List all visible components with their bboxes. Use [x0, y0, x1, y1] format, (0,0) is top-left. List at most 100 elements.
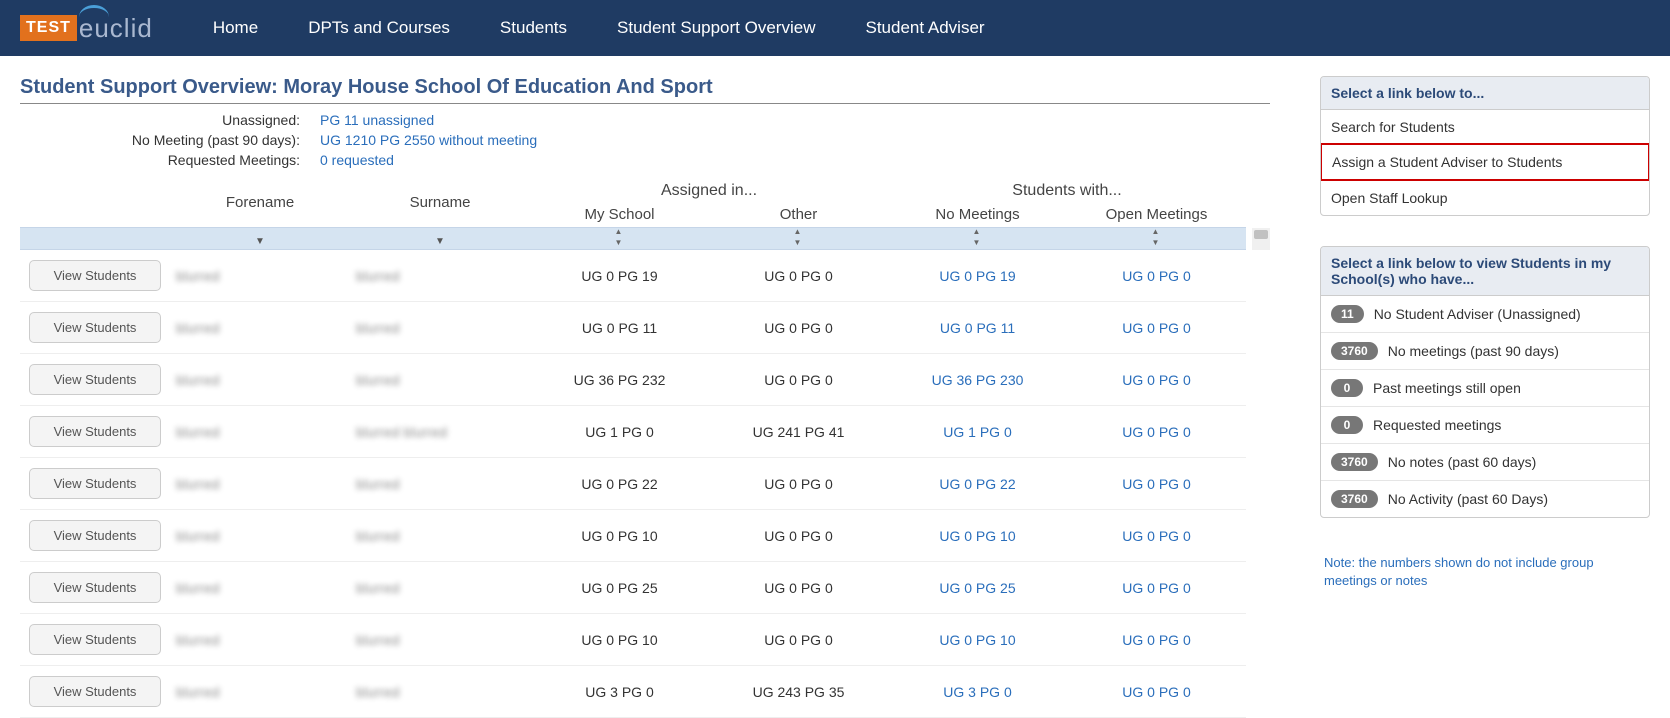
th-students-group: Students with...	[888, 178, 1246, 202]
nav-student-adviser[interactable]: Student Adviser	[865, 18, 984, 38]
cell-open-meetings[interactable]: UG 0 PG 0	[1067, 562, 1246, 614]
th-no-meetings[interactable]: No Meetings	[888, 202, 1067, 228]
sort-no-meetings[interactable]	[888, 228, 1067, 250]
table-row: View StudentsblurredblurredUG 0 PG 25UG …	[20, 562, 1270, 614]
cell-my-school: UG 0 PG 22	[530, 458, 709, 510]
view-students-button[interactable]: View Students	[29, 416, 162, 447]
cell-other: UG 243 PG 35	[709, 666, 888, 718]
nav-dpts-courses[interactable]: DPTs and Courses	[308, 18, 450, 38]
summary-link-no-meeting[interactable]: UG 1210 PG 2550 without meeting	[320, 132, 537, 148]
sort-open-meetings[interactable]	[1067, 228, 1246, 250]
sort-both-icon	[794, 230, 804, 244]
table-row: View StudentsblurredblurredUG 0 PG 11UG …	[20, 302, 1270, 354]
stats-panel-item[interactable]: 11 No Student Adviser (Unassigned)	[1321, 296, 1649, 332]
cell-no-meetings[interactable]: UG 0 PG 19	[888, 250, 1067, 302]
view-students-button[interactable]: View Students	[29, 468, 162, 499]
view-students-button[interactable]: View Students	[29, 520, 162, 551]
count-badge: 3760	[1331, 453, 1378, 471]
summary-link-requested[interactable]: 0 requested	[320, 152, 394, 168]
cell-surname: blurred	[350, 302, 530, 354]
view-students-button[interactable]: View Students	[29, 624, 162, 655]
cell-my-school: UG 1 PG 0	[530, 406, 709, 458]
cell-my-school: UG 0 PG 10	[530, 614, 709, 666]
stats-item-label: No notes (past 60 days)	[1388, 454, 1537, 470]
sort-my-school[interactable]	[530, 228, 709, 250]
cell-other: UG 0 PG 0	[709, 562, 888, 614]
cell-other: UG 0 PG 0	[709, 510, 888, 562]
cell-no-meetings[interactable]: UG 0 PG 25	[888, 562, 1067, 614]
cell-open-meetings[interactable]: UG 0 PG 0	[1067, 510, 1246, 562]
actions-panel-item[interactable]: Assign a Student Adviser to Students	[1320, 143, 1650, 181]
summary-link-unassigned[interactable]: PG 11 unassigned	[320, 112, 434, 128]
cell-no-meetings[interactable]: UG 0 PG 22	[888, 458, 1067, 510]
table-row: View StudentsblurredblurredUG 0 PG 22UG …	[20, 458, 1270, 510]
nav-home[interactable]: Home	[213, 18, 258, 38]
count-badge: 3760	[1331, 342, 1378, 360]
view-students-button[interactable]: View Students	[29, 676, 162, 707]
actions-panel-header: Select a link below to...	[1321, 77, 1649, 110]
cell-no-meetings[interactable]: UG 36 PG 230	[888, 354, 1067, 406]
actions-panel-item[interactable]: Search for Students	[1321, 110, 1649, 144]
cell-open-meetings[interactable]: UG 0 PG 0	[1067, 302, 1246, 354]
cell-open-meetings[interactable]: UG 0 PG 0	[1067, 354, 1246, 406]
cell-surname: blurred	[350, 354, 530, 406]
cell-no-meetings[interactable]: UG 0 PG 11	[888, 302, 1067, 354]
view-students-button[interactable]: View Students	[29, 312, 162, 343]
cell-surname: blurred	[350, 250, 530, 302]
count-badge: 3760	[1331, 490, 1378, 508]
logo-test-badge: TEST	[20, 15, 77, 41]
scrollbar[interactable]	[1252, 228, 1270, 250]
summary-block: Unassigned: PG 11 unassigned No Meeting …	[20, 110, 1270, 170]
summary-row-unassigned: Unassigned: PG 11 unassigned	[20, 110, 1270, 130]
nav-students[interactable]: Students	[500, 18, 567, 38]
summary-label: Requested Meetings:	[20, 152, 320, 168]
summary-row-no-meeting: No Meeting (past 90 days): UG 1210 PG 25…	[20, 130, 1270, 150]
cell-open-meetings[interactable]: UG 0 PG 0	[1067, 666, 1246, 718]
th-my-school[interactable]: My School	[530, 202, 709, 228]
cell-no-meetings[interactable]: UG 3 PG 0	[888, 666, 1067, 718]
view-students-button[interactable]: View Students	[29, 364, 162, 395]
sort-desc-icon	[255, 236, 265, 247]
cell-open-meetings[interactable]: UG 0 PG 0	[1067, 406, 1246, 458]
th-surname[interactable]: Surname	[350, 178, 530, 228]
cell-surname: blurred	[350, 458, 530, 510]
cell-open-meetings[interactable]: UG 0 PG 0	[1067, 614, 1246, 666]
table-row: View StudentsblurredblurredUG 0 PG 19UG …	[20, 250, 1270, 302]
stats-panel-item[interactable]: 3760No Activity (past 60 Days)	[1321, 480, 1649, 517]
scrollbar-thumb[interactable]	[1254, 230, 1268, 239]
th-forename[interactable]: Forename	[170, 178, 350, 228]
sort-forename[interactable]	[170, 228, 350, 250]
table-row: View StudentsblurredblurredUG 3 PG 0UG 2…	[20, 666, 1270, 718]
cell-open-meetings[interactable]: UG 0 PG 0	[1067, 250, 1246, 302]
cell-no-meetings[interactable]: UG 1 PG 0	[888, 406, 1067, 458]
logo[interactable]: TEST euclid	[20, 13, 153, 44]
cell-other: UG 0 PG 0	[709, 458, 888, 510]
cell-other: UG 0 PG 0	[709, 354, 888, 406]
cell-my-school: UG 3 PG 0	[530, 666, 709, 718]
stats-panel-item[interactable]: 3760No meetings (past 90 days)	[1321, 332, 1649, 369]
stats-panel: Select a link below to view Students in …	[1320, 246, 1650, 518]
nav-student-support-overview[interactable]: Student Support Overview	[617, 18, 815, 38]
sort-both-icon	[615, 230, 625, 244]
cell-no-meetings[interactable]: UG 0 PG 10	[888, 614, 1067, 666]
view-students-button[interactable]: View Students	[29, 572, 162, 603]
sort-surname[interactable]	[350, 228, 530, 250]
cell-other: UG 0 PG 0	[709, 614, 888, 666]
view-students-button[interactable]: View Students	[29, 260, 162, 291]
th-other[interactable]: Other	[709, 202, 888, 228]
summary-label: Unassigned:	[20, 112, 320, 128]
table-row: View StudentsblurredblurredUG 0 PG 10UG …	[20, 614, 1270, 666]
stats-panel-item[interactable]: 0Past meetings still open	[1321, 369, 1649, 406]
cell-no-meetings[interactable]: UG 0 PG 10	[888, 510, 1067, 562]
th-open-meetings[interactable]: Open Meetings	[1067, 202, 1246, 228]
actions-panel-item[interactable]: Open Staff Lookup	[1321, 180, 1649, 215]
count-badge: 11	[1331, 305, 1364, 323]
stats-panel-item[interactable]: 0Requested meetings	[1321, 406, 1649, 443]
stats-item-label: No Student Adviser (Unassigned)	[1374, 306, 1581, 322]
cell-open-meetings[interactable]: UG 0 PG 0	[1067, 458, 1246, 510]
sort-both-icon	[1152, 230, 1162, 244]
sort-other[interactable]	[709, 228, 888, 250]
cell-surname: blurred	[350, 614, 530, 666]
stats-panel-item[interactable]: 3760 No notes (past 60 days)	[1321, 443, 1649, 480]
adviser-table: Forename Surname Assigned in... Students…	[20, 178, 1270, 718]
